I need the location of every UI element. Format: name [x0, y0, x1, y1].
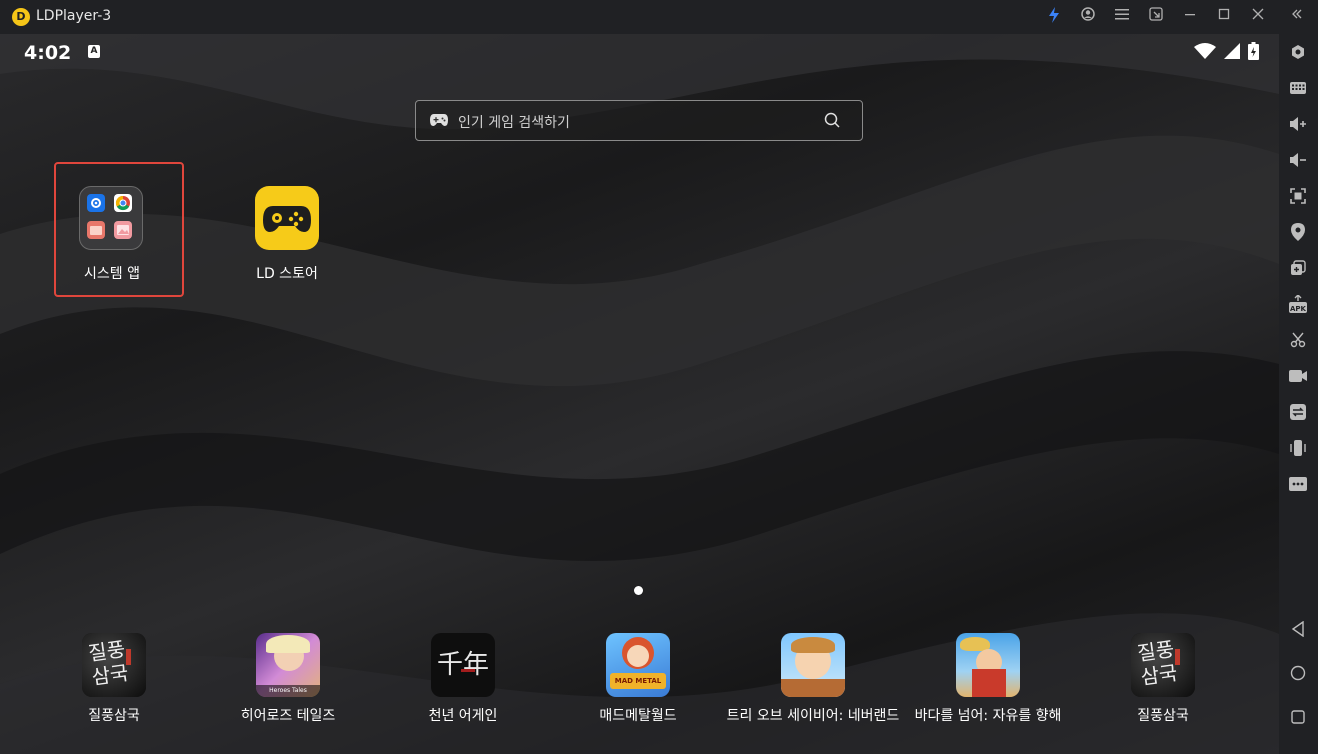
system-apps-label: 시스템 앱: [84, 266, 140, 282]
battery-icon: [1248, 42, 1259, 60]
dock-app-6-icon[interactable]: [956, 633, 1020, 697]
emulator-toolbar: APK: [1279, 34, 1318, 754]
dock-app-2-label: 히어로즈 테일즈: [240, 708, 336, 724]
notification-icon: A: [88, 45, 100, 58]
screenshot-icon[interactable]: [1288, 186, 1308, 206]
scissors-icon[interactable]: [1288, 330, 1308, 350]
dock-app-6-label: 바다를 넘어: 자유를 향해: [914, 708, 1062, 724]
home-icon[interactable]: [1288, 663, 1308, 683]
minimize-icon[interactable]: [1180, 7, 1200, 27]
back-icon[interactable]: [1288, 619, 1308, 639]
install-apk-icon[interactable]: APK: [1288, 294, 1308, 314]
dock-app-3-label: 천년 어게인: [428, 708, 498, 724]
ld-store-gamepad-icon: [263, 206, 311, 232]
volume-up-icon[interactable]: [1288, 114, 1308, 134]
recent-apps-icon[interactable]: [1288, 707, 1308, 727]
dock-app-7-label: 질풍삼국: [1137, 708, 1189, 724]
svg-text:APK: APK: [1290, 305, 1307, 313]
ldplayer-logo-icon: D: [12, 8, 30, 26]
window-title: LDPlayer-3: [36, 8, 112, 24]
collapse-sidebar-icon[interactable]: [1287, 7, 1307, 27]
lightning-icon[interactable]: [1044, 7, 1064, 27]
gallery-icon: [114, 221, 132, 239]
game-search-bar[interactable]: 인기 게임 검색하기: [415, 100, 863, 141]
menu-icon[interactable]: [1112, 7, 1132, 27]
title-bar: D LDPlayer-3: [0, 0, 1318, 34]
clock: 4:02: [24, 42, 72, 64]
settings-icon: [87, 194, 105, 212]
keyboard-icon[interactable]: [1288, 78, 1308, 98]
dock-app-5-icon[interactable]: [781, 633, 845, 697]
android-home-screen: 4:02 A 인기 게임 검색하기 시스템 앱 LD 스토어 질풍 삼국 질풍삼…: [0, 34, 1279, 754]
search-icon[interactable]: [824, 112, 840, 128]
dock-app-2-icon[interactable]: Heroes Tales: [256, 633, 320, 697]
sync-icon[interactable]: [1288, 402, 1308, 422]
dock-app-1-icon-text: 질풍 삼국: [86, 636, 130, 690]
dock-app-2-icon-text: Heroes Tales: [256, 685, 320, 697]
gamepad-icon: [430, 114, 448, 126]
search-placeholder[interactable]: 인기 게임 검색하기: [458, 112, 570, 132]
dock-app-4-icon[interactable]: MAD METAL: [606, 633, 670, 697]
wifi-icon: [1194, 43, 1216, 59]
ld-store-app[interactable]: [255, 186, 319, 250]
dock-app-7-icon[interactable]: 질풍 삼국: [1131, 633, 1195, 697]
file-manager-icon: [87, 221, 105, 239]
ld-store-label: LD 스토어: [256, 266, 318, 282]
dock-app-3-icon[interactable]: 千年: [431, 633, 495, 697]
dock-app-5-label: 트리 오브 세이비어: 네버랜드: [726, 708, 900, 724]
volume-down-icon[interactable]: [1288, 150, 1308, 170]
maximize-icon[interactable]: [1214, 7, 1234, 27]
more-options-icon[interactable]: [1288, 474, 1308, 494]
page-indicator[interactable]: [634, 586, 643, 595]
close-icon[interactable]: [1248, 7, 1268, 27]
dock-app-1-icon[interactable]: 질풍 삼국: [82, 633, 146, 697]
dock-app-3-icon-text: 千年: [436, 650, 489, 680]
signal-icon: [1224, 43, 1240, 59]
shake-icon[interactable]: [1288, 438, 1308, 458]
window-mode-icon[interactable]: [1146, 7, 1166, 27]
account-icon[interactable]: [1078, 7, 1098, 27]
chrome-icon: [114, 194, 132, 212]
settings-gear-icon[interactable]: [1288, 42, 1308, 62]
dock-app-4-label: 매드메탈월드: [599, 708, 677, 724]
dock-app-4-icon-text: MAD METAL: [610, 673, 666, 689]
dock-app-1-label: 질풍삼국: [88, 708, 140, 724]
multi-instance-icon[interactable]: [1288, 258, 1308, 278]
dock-app-7-icon-text: 질풍 삼국: [1135, 636, 1179, 690]
status-icons: [1194, 42, 1259, 60]
system-apps-folder[interactable]: [79, 186, 143, 250]
record-video-icon[interactable]: [1288, 366, 1308, 386]
location-icon[interactable]: [1288, 222, 1308, 242]
